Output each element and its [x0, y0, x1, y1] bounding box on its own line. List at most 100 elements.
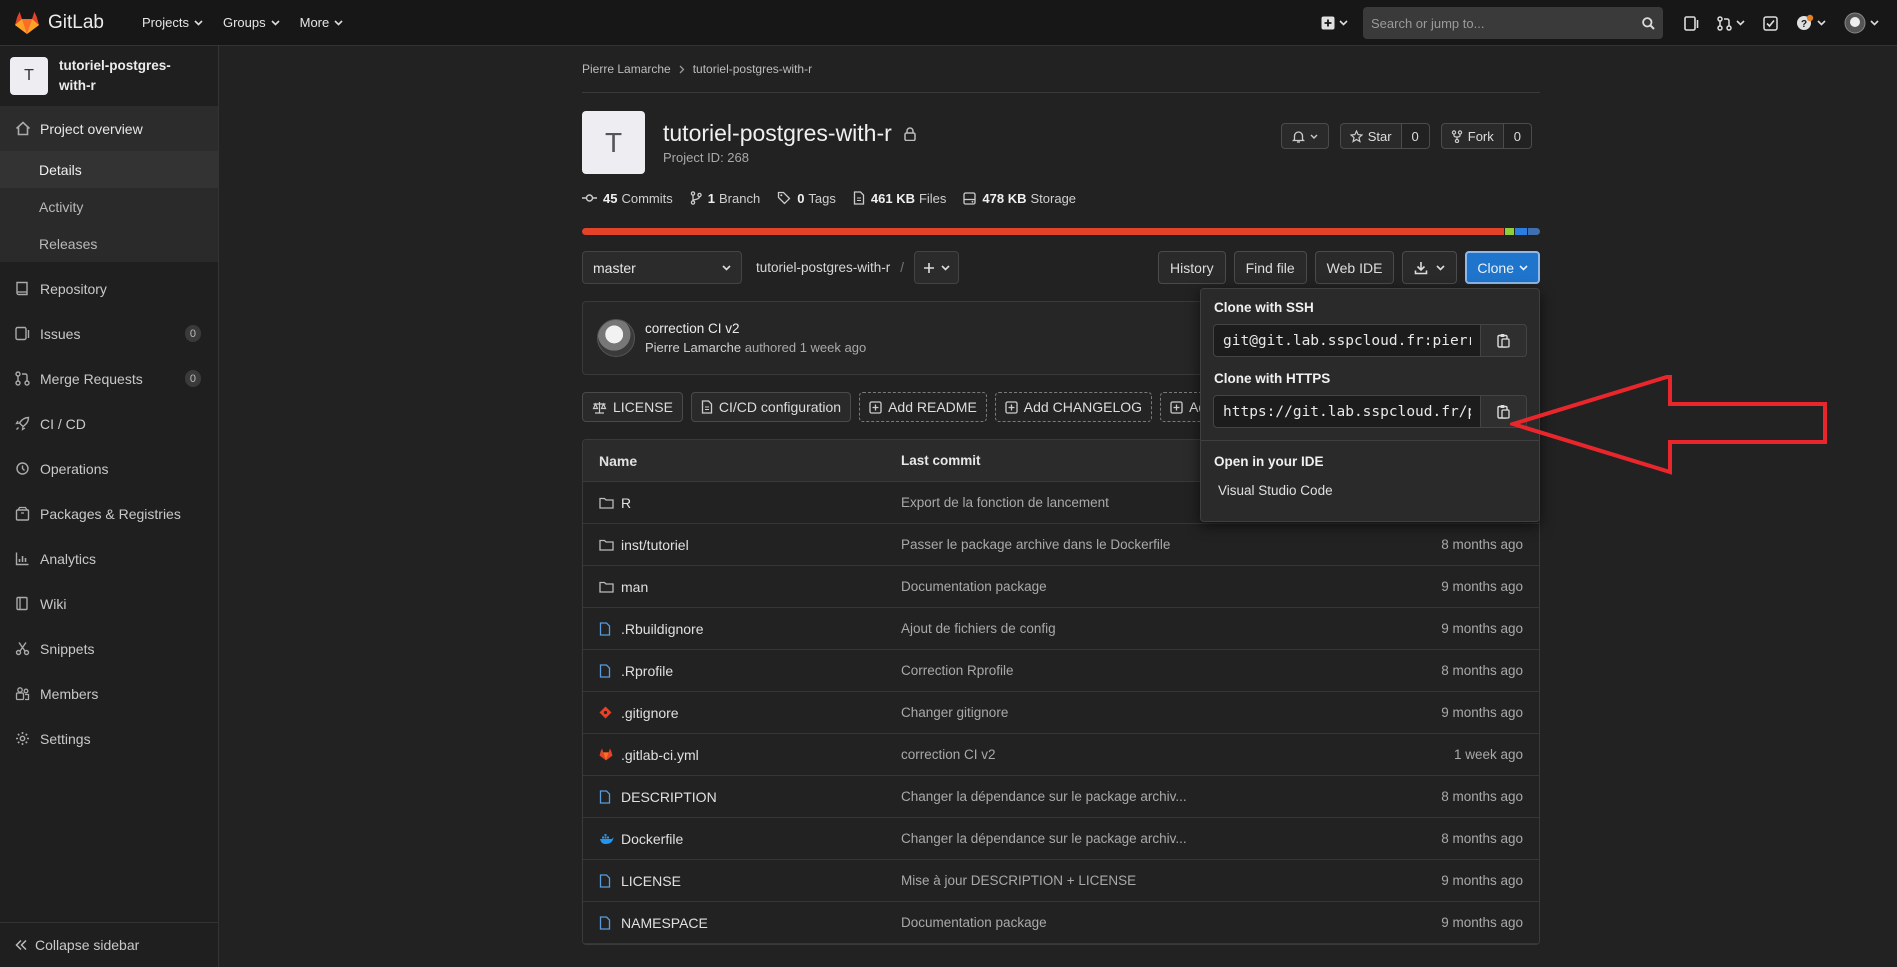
projects-menu[interactable]: Projects [132, 0, 213, 46]
history-button[interactable]: History [1158, 251, 1226, 284]
file-name[interactable]: LICENSE [621, 873, 681, 889]
table-row[interactable]: .Rbuildignore Ajout de fichiers de config… [583, 608, 1539, 650]
table-row[interactable]: .gitignore Changer gitignore 9 months ago [583, 692, 1539, 734]
sidebar-item-settings[interactable]: Settings [0, 716, 218, 761]
file-last-commit[interactable]: Documentation package [901, 915, 1401, 930]
add-to-tree-dropdown[interactable] [914, 251, 960, 284]
table-row[interactable]: Dockerfile Changer la dépendance sur le p… [583, 818, 1539, 860]
file-name[interactable]: .Rprofile [621, 663, 673, 679]
file-name[interactable]: Dockerfile [621, 831, 683, 847]
sidebar-item-issues[interactable]: Issues 0 [0, 311, 218, 356]
file-name-cell[interactable]: R [583, 495, 901, 511]
table-row[interactable]: man Documentation package 9 months ago [583, 566, 1539, 608]
file-name[interactable]: .gitignore [621, 705, 679, 721]
user-menu[interactable] [1835, 0, 1897, 46]
file-name-cell[interactable]: inst/tutoriel [583, 537, 901, 553]
notification-dropdown[interactable] [1280, 123, 1329, 149]
stat-tags[interactable]: 0 Tags [777, 191, 836, 206]
stat-branches[interactable]: 1 Branch [690, 191, 760, 206]
table-row[interactable]: NAMESPACE Documentation package 9 months a… [583, 902, 1539, 944]
file-name[interactable]: .gitlab-ci.yml [621, 747, 699, 763]
sidebar-item-wiki[interactable]: Wiki [0, 581, 218, 626]
breadcrumb-project[interactable]: tutoriel-postgres-with-r [693, 62, 812, 76]
breadcrumb-namespace[interactable]: Pierre Lamarche [582, 62, 671, 76]
quick-button-add-changelog[interactable]: Add CHANGELOG [994, 392, 1153, 422]
file-last-commit[interactable]: Passer le package archive dans le Docker… [901, 537, 1401, 552]
quick-button-license[interactable]: LICENSE [582, 392, 683, 422]
fork-count[interactable]: 0 [1503, 123, 1532, 149]
file-name-cell[interactable]: Dockerfile [583, 831, 901, 847]
sidebar-item-analytics[interactable]: Analytics [0, 536, 218, 581]
sidebar-item-repository[interactable]: Repository [0, 266, 218, 311]
sidebar-item-members[interactable]: Members [0, 671, 218, 716]
stat-files[interactable]: 461 KB Files [853, 191, 946, 206]
more-menu[interactable]: More [290, 0, 354, 46]
sidebar-item-merge-requests[interactable]: Merge Requests 0 [0, 356, 218, 401]
find-file-button[interactable]: Find file [1233, 251, 1307, 284]
sidebar-item-ci-cd[interactable]: CI / CD [0, 401, 218, 446]
issues-shortcut[interactable] [1675, 0, 1708, 46]
table-row[interactable]: LICENSE Mise à jour DESCRIPTION + LICENSE… [583, 860, 1539, 902]
sidebar-subitem-details[interactable]: Details [0, 151, 218, 188]
stat-commits[interactable]: 45 Commits [582, 191, 673, 206]
web-ide-button[interactable]: Web IDE [1314, 251, 1395, 284]
sidebar-item-project-overview[interactable]: Project overview [0, 106, 218, 151]
table-row[interactable]: inst/tutoriel Passer le package archive d… [583, 524, 1539, 566]
file-name[interactable]: R [621, 495, 631, 511]
star-count[interactable]: 0 [1401, 123, 1430, 149]
commit-title[interactable]: correction CI v2 [645, 321, 866, 336]
table-row[interactable]: .Rprofile Correction Rprofile 8 months ago [583, 650, 1539, 692]
branch-select[interactable]: master [582, 251, 742, 284]
file-name-cell[interactable]: .Rprofile [583, 663, 901, 679]
file-last-commit[interactable]: Changer la dépendance sur le package arc… [901, 789, 1401, 804]
file-name-cell[interactable]: man [583, 579, 901, 595]
groups-menu[interactable]: Groups [213, 0, 290, 46]
sidebar-item-operations[interactable]: Operations [0, 446, 218, 491]
file-last-commit[interactable]: Ajout de fichiers de config [901, 621, 1401, 636]
clone-https-url-input[interactable] [1213, 395, 1481, 428]
file-name[interactable]: man [621, 579, 648, 595]
collapse-sidebar-button[interactable]: Collapse sidebar [0, 922, 218, 967]
search-input[interactable] [1371, 15, 1642, 31]
quick-button-ci-cd-configuration[interactable]: CI/CD configuration [690, 392, 852, 422]
repository-languages-bar[interactable] [582, 228, 1540, 235]
file-last-commit[interactable]: correction CI v2 [901, 747, 1401, 762]
quick-button-add-readme[interactable]: Add README [859, 392, 987, 422]
help-menu[interactable]: ? [1787, 0, 1835, 46]
file-last-commit[interactable]: Changer gitignore [901, 705, 1401, 720]
sidebar-subitem-activity[interactable]: Activity [0, 188, 218, 225]
clone-button[interactable]: Clone [1465, 251, 1540, 284]
fork-button[interactable]: Fork [1440, 123, 1504, 149]
file-name-cell[interactable]: .gitignore [583, 705, 901, 721]
clone-ssh-url-input[interactable] [1213, 324, 1481, 357]
file-last-commit[interactable]: Correction Rprofile [901, 663, 1401, 678]
todos-shortcut[interactable] [1754, 0, 1787, 46]
stat-storage[interactable]: 478 KB Storage [963, 191, 1076, 206]
language-segment[interactable] [1504, 228, 1515, 235]
file-name[interactable]: NAMESPACE [621, 915, 708, 931]
star-button[interactable]: Star [1339, 123, 1402, 149]
language-segment[interactable] [582, 228, 1504, 235]
sidebar-item-snippets[interactable]: Snippets [0, 626, 218, 671]
file-name-cell[interactable]: NAMESPACE [583, 915, 901, 931]
file-name-cell[interactable]: .Rbuildignore [583, 621, 901, 637]
file-last-commit[interactable]: Mise à jour DESCRIPTION + LICENSE [901, 873, 1401, 888]
file-name[interactable]: .Rbuildignore [621, 621, 704, 637]
copy-ssh-url-button[interactable] [1481, 324, 1527, 357]
search-icon[interactable] [1642, 16, 1655, 30]
sidebar-project-header[interactable]: T tutoriel-postgres-with-r [0, 46, 218, 106]
file-name-cell[interactable]: LICENSE [583, 873, 901, 889]
file-name-cell[interactable]: DESCRIPTION [583, 789, 901, 805]
download-dropdown[interactable] [1402, 251, 1458, 284]
open-in-vscode-item[interactable]: Visual Studio Code [1201, 483, 1539, 498]
file-last-commit[interactable]: Changer la dépendance sur le package arc… [901, 831, 1401, 846]
merge-requests-shortcut[interactable] [1708, 0, 1754, 46]
file-last-commit[interactable]: Documentation package [901, 579, 1401, 594]
repo-path-root[interactable]: tutoriel-postgres-with-r [756, 260, 890, 275]
language-segment[interactable] [1527, 228, 1540, 235]
sidebar-subitem-releases[interactable]: Releases [0, 225, 218, 262]
file-name[interactable]: DESCRIPTION [621, 789, 717, 805]
gitlab-home-link[interactable]: GitLab [14, 11, 124, 35]
commit-author[interactable]: Pierre Lamarche [645, 340, 741, 355]
file-name[interactable]: inst/tutoriel [621, 537, 689, 553]
